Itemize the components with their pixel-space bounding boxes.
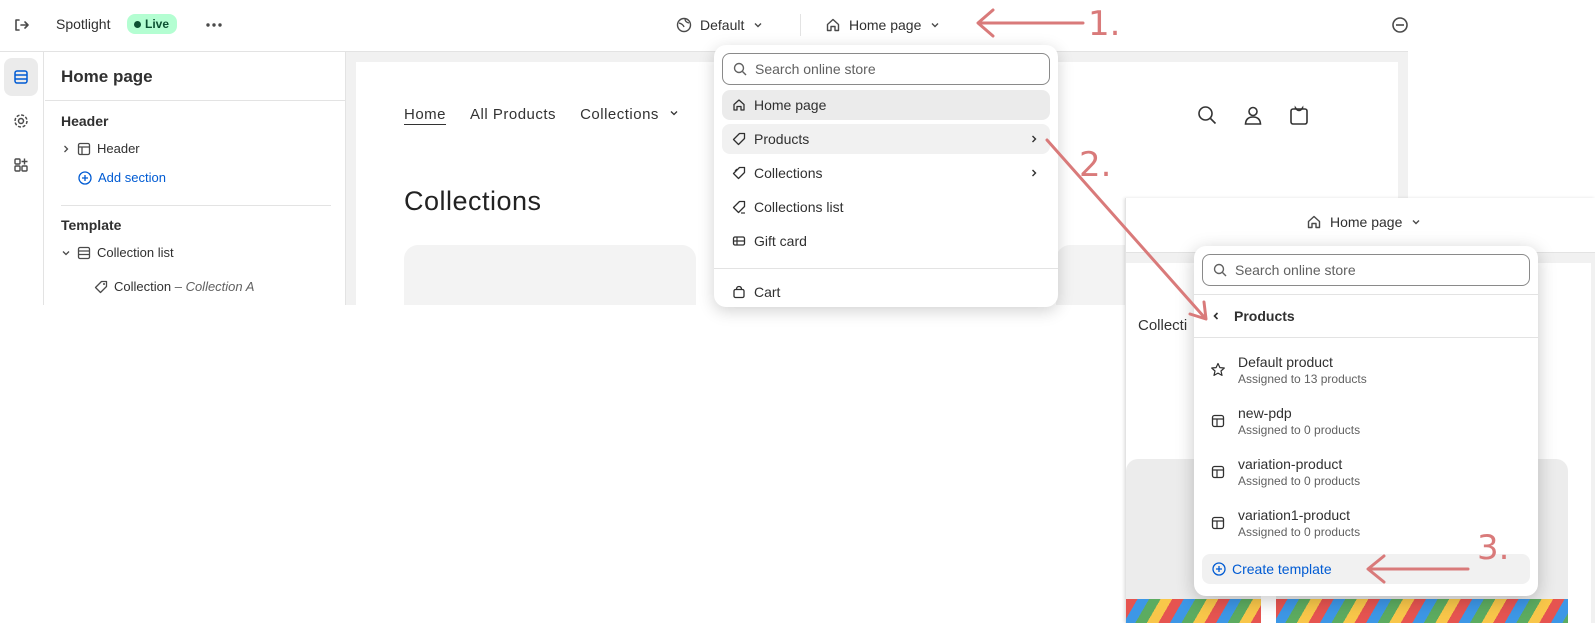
annotation-step-1: 1.	[1088, 4, 1121, 44]
arrow-2	[1045, 138, 1207, 320]
annotation-step-2: 2.	[1079, 145, 1112, 185]
annotation-step-3: 3.	[1477, 528, 1510, 568]
annotation-arrows	[976, 8, 1470, 584]
